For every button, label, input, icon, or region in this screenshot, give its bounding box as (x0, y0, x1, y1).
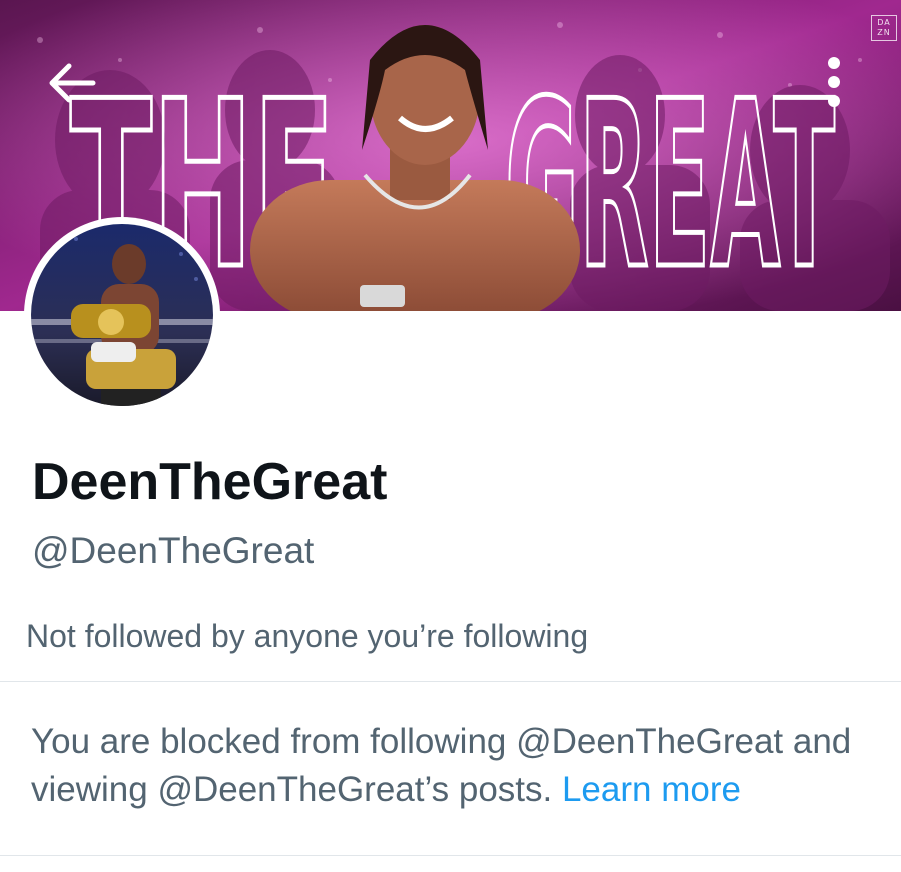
user-handle: @DeenTheGreat (32, 530, 315, 571)
avatar-image (31, 224, 213, 406)
divider (0, 855, 901, 856)
divider (0, 681, 901, 682)
learn-more-link[interactable]: Learn more (562, 770, 741, 809)
dazn-logo: DA ZN (871, 15, 897, 41)
blocked-notice: You are blocked from following @DeenTheG… (31, 718, 891, 814)
followers-you-know-note: Not followed by anyone you’re following (26, 618, 589, 654)
more-vertical-icon (827, 56, 841, 108)
display-name: DeenTheGreat (32, 453, 388, 511)
profile-avatar[interactable] (24, 217, 220, 413)
profile-page: THE GREAT DA ZN DeenTheGreat @DeenTheGre… (0, 0, 901, 872)
back-button[interactable] (34, 48, 110, 118)
arrow-left-icon (47, 61, 97, 105)
more-options-button[interactable] (806, 50, 862, 114)
